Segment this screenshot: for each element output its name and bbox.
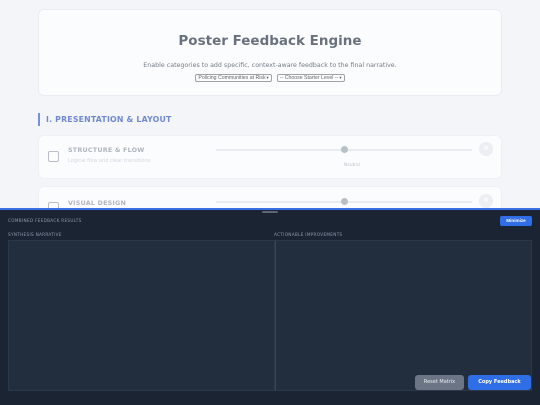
improvements-textarea[interactable] [275, 240, 532, 391]
resize-handle[interactable] [262, 211, 278, 213]
level-select-value: -- Choose Starter Level -- [279, 75, 339, 81]
section-heading: I. PRESENTATION & LAYOUT [38, 113, 172, 126]
slider-thumb[interactable] [341, 198, 348, 205]
category-checkbox[interactable] [48, 151, 59, 162]
score-badge: 0 [479, 142, 493, 156]
level-select[interactable]: -- Choose Starter Level --▾ [276, 74, 345, 82]
rating-slider[interactable] [216, 146, 472, 153]
chevron-down-icon: ▾ [266, 75, 269, 80]
minimize-button[interactable]: Minimize [500, 216, 532, 226]
category-description: Logical flow and clear transitions [68, 158, 151, 164]
improvements-label: ACTIONABLE IMPROVEMENTS [274, 232, 343, 237]
rating-slider[interactable] [216, 198, 472, 205]
results-title: COMBINED FEEDBACK RESULTS [8, 218, 82, 223]
select-row: Policing Communities at Risk▾ -- Choose … [39, 74, 501, 82]
narrative-label: SYNTHESIS NARRATIVE [8, 232, 62, 237]
category-title: VISUAL DESIGN [68, 199, 127, 207]
narrative-textarea[interactable] [8, 240, 275, 391]
category-title: STRUCTURE & FLOW [68, 146, 145, 154]
page-title: Poster Feedback Engine [178, 33, 362, 49]
header-card: Poster Feedback Engine Enable categories… [38, 9, 502, 96]
page-subtitle: Enable categories to add specific, conte… [143, 62, 397, 69]
section-title: I. PRESENTATION & LAYOUT [46, 115, 172, 124]
slider-thumb[interactable] [341, 146, 348, 153]
score-badge: 0 [479, 194, 493, 208]
topic-select-value: Policing Communities at Risk [198, 75, 266, 81]
chevron-down-icon: ▾ [339, 75, 342, 80]
reset-matrix-button[interactable]: Reset Matrix [415, 375, 464, 390]
category-card-structure: STRUCTURE & FLOW Logical flow and clear … [38, 135, 502, 179]
results-panel: COMBINED FEEDBACK RESULTS Minimize SYNTH… [0, 208, 540, 405]
section-accent-bar [38, 113, 40, 126]
topic-select[interactable]: Policing Communities at Risk▾ [195, 74, 272, 82]
copy-feedback-button[interactable]: Copy Feedback [468, 375, 531, 390]
slider-label: Neutral [344, 163, 360, 168]
